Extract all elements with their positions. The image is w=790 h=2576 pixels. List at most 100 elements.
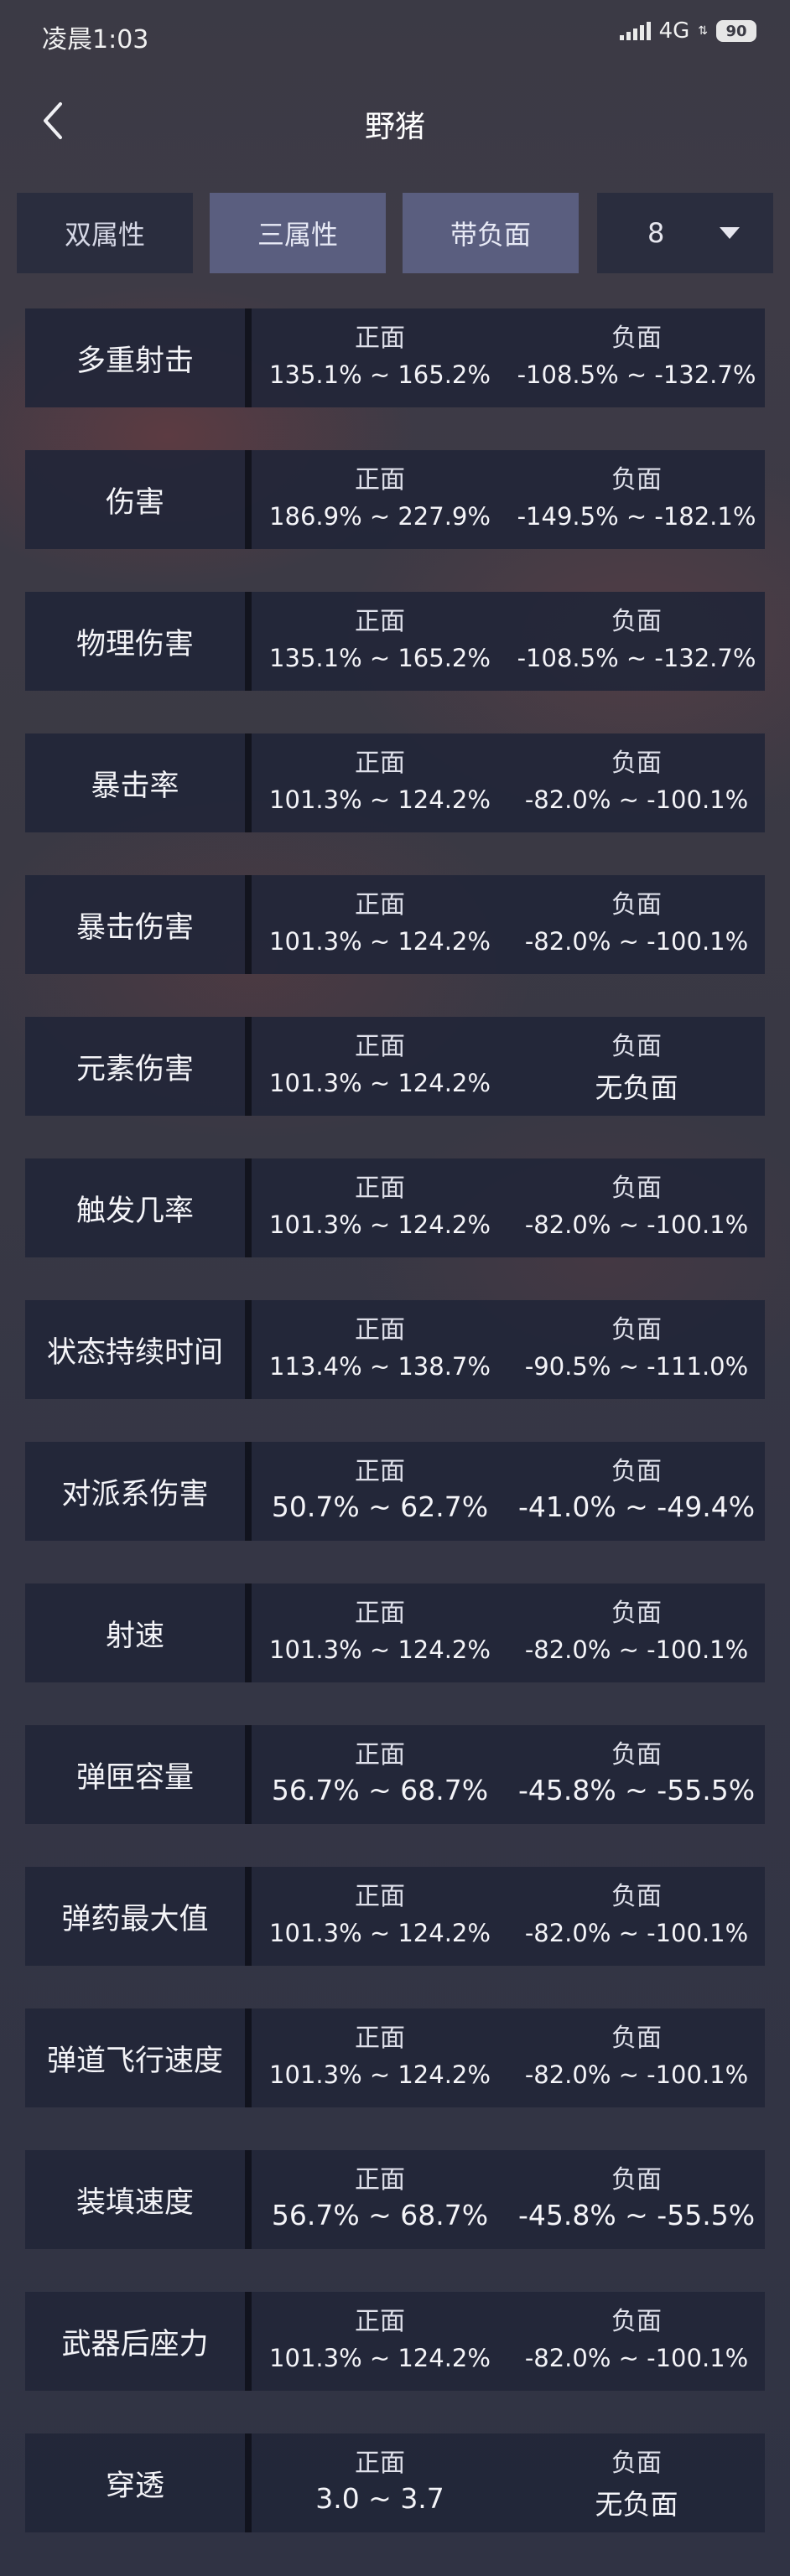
negative-header: 负面 (611, 1599, 662, 1628)
attribute-name: 对派系伤害 (25, 1442, 245, 1541)
negative-value: -82.0% ~ -100.1% (524, 1919, 749, 1947)
page-title: 野猪 (364, 110, 425, 144)
tab-label: 双属性 (64, 219, 145, 251)
value-range: 正面 101.3% ~ 124.2% 负面 无负面 (252, 1017, 765, 1116)
negative-column: 负面 -108.5% ~ -132.7% (508, 592, 765, 691)
list-item: 装填速度 正面 56.7% ~ 68.7% 负面 -45.8% ~ -55.5% (25, 2150, 765, 2249)
negative-header: 负面 (611, 890, 662, 920)
attribute-name: 元素伤害 (25, 1017, 245, 1116)
dropdown-value: 8 (647, 217, 665, 249)
positive-header: 正面 (355, 2449, 405, 2478)
positive-header: 正面 (355, 1599, 405, 1628)
negative-value: -82.0% ~ -100.1% (524, 2344, 749, 2372)
caret-down-icon (720, 227, 740, 239)
negative-value: -41.0% ~ -49.4% (517, 1490, 756, 1523)
filter-tabs: 双属性 三属性 带负面 8 (17, 193, 773, 273)
negative-column: 负面 -82.0% ~ -100.1% (508, 2008, 765, 2107)
positive-value: 50.7% ~ 62.7% (271, 1490, 489, 1523)
battery-level: 90 (725, 22, 747, 40)
battery-icon: 90 (716, 20, 756, 42)
negative-column: 负面 -82.0% ~ -100.1% (508, 733, 765, 832)
negative-column: 负面 -90.5% ~ -111.0% (508, 1300, 765, 1399)
list-item: 弹匣容量 正面 56.7% ~ 68.7% 负面 -45.8% ~ -55.5% (25, 1725, 765, 1824)
value-range: 正面 186.9% ~ 227.9% 负面 -149.5% ~ -182.1% (252, 450, 765, 549)
positive-header: 正面 (355, 1740, 405, 1770)
negative-value: -108.5% ~ -132.7% (517, 644, 756, 672)
positive-header: 正面 (355, 607, 405, 636)
negative-header: 负面 (611, 1740, 662, 1770)
list-item: 元素伤害 正面 101.3% ~ 124.2% 负面 无负面 (25, 1017, 765, 1116)
positive-header: 正面 (355, 2307, 405, 2336)
attribute-name: 弹药最大值 (25, 1867, 245, 1966)
value-range: 正面 56.7% ~ 68.7% 负面 -45.8% ~ -55.5% (252, 1725, 765, 1824)
divider (245, 875, 252, 974)
divider (245, 308, 252, 407)
positive-header: 正面 (355, 1032, 405, 1061)
negative-column: 负面 -149.5% ~ -182.1% (508, 450, 765, 549)
negative-column: 负面 -41.0% ~ -49.4% (508, 1442, 765, 1541)
positive-column: 正面 3.0 ~ 3.7 (252, 2433, 508, 2532)
negative-header: 负面 (611, 2024, 662, 2053)
negative-header: 负面 (611, 2307, 662, 2336)
positive-header: 正面 (355, 2024, 405, 2053)
positive-value: 113.4% ~ 138.7% (269, 1352, 491, 1381)
negative-header: 负面 (611, 1882, 662, 1911)
negative-column: 负面 无负面 (508, 1017, 765, 1116)
tab-with-negative[interactable]: 带负面 (403, 193, 579, 273)
status-icons: 4G ⇅ 90 (619, 18, 756, 44)
value-range: 正面 101.3% ~ 124.2% 负面 -82.0% ~ -100.1% (252, 1867, 765, 1966)
negative-value: -82.0% ~ -100.1% (524, 785, 749, 814)
positive-value: 3.0 ~ 3.7 (315, 2482, 444, 2515)
negative-value: 无负面 (595, 1071, 678, 1104)
list-item: 暴击率 正面 101.3% ~ 124.2% 负面 -82.0% ~ -100.1% (25, 733, 765, 832)
tab-label: 三属性 (257, 219, 338, 251)
count-dropdown[interactable]: 8 (597, 193, 773, 273)
positive-header: 正面 (355, 890, 405, 920)
value-range: 正面 101.3% ~ 124.2% 负面 -82.0% ~ -100.1% (252, 875, 765, 974)
value-range: 正面 56.7% ~ 68.7% 负面 -45.8% ~ -55.5% (252, 2150, 765, 2249)
negative-value: -45.8% ~ -55.5% (517, 2199, 756, 2231)
attribute-name: 射速 (25, 1583, 245, 1682)
negative-column: 负面 -108.5% ~ -132.7% (508, 308, 765, 407)
negative-header: 负面 (611, 465, 662, 495)
attribute-name: 多重射击 (25, 308, 245, 407)
positive-value: 101.3% ~ 124.2% (269, 1210, 491, 1239)
positive-value: 101.3% ~ 124.2% (269, 1919, 491, 1947)
positive-column: 正面 101.3% ~ 124.2% (252, 1867, 508, 1966)
positive-value: 186.9% ~ 227.9% (269, 502, 491, 531)
attribute-name: 弹道飞行速度 (25, 2008, 245, 2107)
positive-column: 正面 135.1% ~ 165.2% (252, 308, 508, 407)
app-header: 野猪 (0, 84, 790, 159)
network-type: 4G (658, 18, 690, 44)
positive-column: 正面 101.3% ~ 124.2% (252, 875, 508, 974)
tab-dual-attribute[interactable]: 双属性 (17, 193, 193, 273)
value-range: 正面 101.3% ~ 124.2% 负面 -82.0% ~ -100.1% (252, 2292, 765, 2391)
value-range: 正面 50.7% ~ 62.7% 负面 -41.0% ~ -49.4% (252, 1442, 765, 1541)
attribute-name: 暴击伤害 (25, 875, 245, 974)
value-range: 正面 135.1% ~ 165.2% 负面 -108.5% ~ -132.7% (252, 308, 765, 407)
negative-header: 负面 (611, 2165, 662, 2195)
positive-value: 135.1% ~ 165.2% (269, 644, 491, 672)
positive-column: 正面 101.3% ~ 124.2% (252, 1158, 508, 1257)
divider (245, 2292, 252, 2391)
attribute-name: 状态持续时间 (25, 1300, 245, 1399)
negative-column: 负面 -82.0% ~ -100.1% (508, 1583, 765, 1682)
list-item: 射速 正面 101.3% ~ 124.2% 负面 -82.0% ~ -100.1% (25, 1583, 765, 1682)
divider (245, 450, 252, 549)
value-range: 正面 3.0 ~ 3.7 负面 无负面 (252, 2433, 765, 2532)
negative-value: -108.5% ~ -132.7% (517, 360, 756, 389)
attribute-name: 物理伤害 (25, 592, 245, 691)
divider (245, 1442, 252, 1541)
divider (245, 2433, 252, 2532)
negative-value: -82.0% ~ -100.1% (524, 2060, 749, 2089)
positive-header: 正面 (355, 324, 405, 353)
divider (245, 2008, 252, 2107)
tab-triple-attribute[interactable]: 三属性 (210, 193, 386, 273)
negative-value: -90.5% ~ -111.0% (524, 1352, 749, 1381)
attribute-name: 穿透 (25, 2433, 245, 2532)
negative-value: 无负面 (595, 2488, 678, 2521)
negative-value: -45.8% ~ -55.5% (517, 1774, 756, 1806)
positive-header: 正面 (355, 1457, 405, 1486)
list-item: 穿透 正面 3.0 ~ 3.7 负面 无负面 (25, 2433, 765, 2532)
list-item: 武器后座力 正面 101.3% ~ 124.2% 负面 -82.0% ~ -100.… (25, 2292, 765, 2391)
